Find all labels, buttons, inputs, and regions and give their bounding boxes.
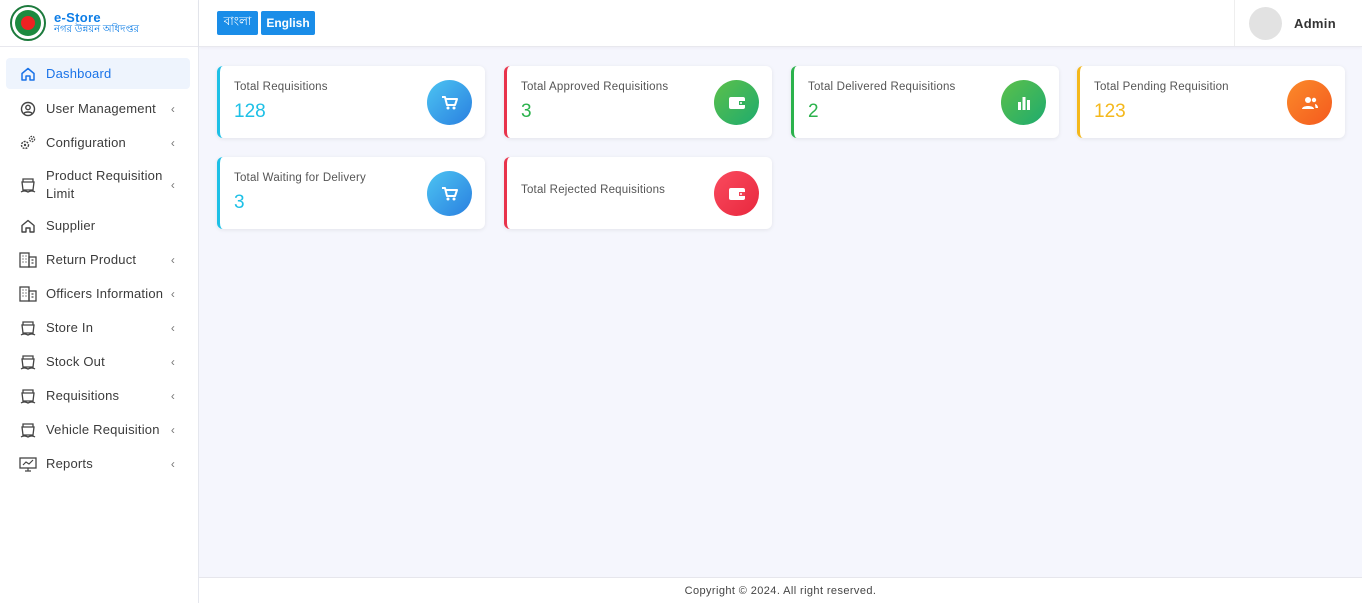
cart-icon	[427, 80, 472, 125]
top-header: বাংলা English Admin	[199, 0, 1362, 47]
card-label: Total Requisitions	[234, 81, 328, 93]
card-value: 128	[234, 101, 266, 122]
sidebar-item-stock-out[interactable]: Stock Out ‹	[6, 345, 190, 379]
card-value: 3	[521, 101, 532, 122]
sidebar-item-supplier[interactable]: Supplier	[6, 209, 190, 243]
sidebar-item-label: Requisitions	[46, 388, 120, 403]
sidebar-item-label: Configuration	[46, 135, 126, 150]
chevron-left-icon: ‹	[170, 355, 176, 369]
user-name: Admin	[1294, 15, 1336, 31]
building-icon	[18, 284, 38, 304]
bag-icon	[18, 352, 38, 372]
sidebar-item-reports[interactable]: Reports ‹	[6, 447, 190, 481]
government-logo	[10, 5, 46, 41]
chevron-left-icon: ‹	[170, 102, 176, 116]
bag-icon	[18, 386, 38, 406]
footer: Copyright © 2024. All right reserved.	[199, 577, 1362, 603]
sidebar-item-configuration[interactable]: Configuration ‹	[6, 126, 190, 160]
card-value: 123	[1094, 101, 1126, 122]
chevron-left-icon: ‹	[170, 321, 176, 335]
chevron-left-icon: ‹	[170, 177, 176, 192]
wallet-icon	[714, 171, 759, 216]
bar-chart-icon	[1001, 80, 1046, 125]
card-total-delivered-requisitions[interactable]: Total Delivered Requisitions 2	[791, 66, 1059, 138]
brand-title: e-Store	[54, 10, 101, 25]
card-total-requisitions[interactable]: Total Requisitions 128	[217, 66, 485, 138]
chevron-left-icon: ‹	[170, 457, 176, 471]
language-bangla-button[interactable]: বাংলা	[217, 11, 258, 35]
sidebar-item-dashboard[interactable]: Dashboard	[6, 58, 190, 89]
chevron-left-icon: ‹	[170, 136, 176, 150]
card-label: Total Approved Requisitions	[521, 81, 669, 93]
building-icon	[18, 250, 38, 270]
sidebar-item-label: User Management	[46, 101, 156, 116]
sidebar-item-label: Supplier	[46, 218, 96, 233]
bag-icon	[18, 318, 38, 338]
sidebar-item-vehicle-requisition[interactable]: Vehicle Requisition ‹	[6, 413, 190, 447]
sidebar-item-officers-information[interactable]: Officers Information ‹	[6, 277, 190, 311]
card-label: Total Waiting for Delivery	[234, 172, 366, 184]
card-value: 3	[234, 192, 245, 213]
card-value: 2	[808, 101, 819, 122]
user-menu[interactable]: Admin	[1234, 0, 1362, 46]
home-icon	[18, 216, 38, 236]
sidebar-item-label: Stock Out	[46, 354, 105, 369]
wallet-icon	[714, 80, 759, 125]
monitor-icon	[18, 454, 38, 474]
sidebar-item-user-management[interactable]: User Management ‹	[6, 92, 190, 126]
language-english-button[interactable]: English	[261, 11, 315, 35]
sidebar-item-label: Product Requisition Limit	[46, 167, 163, 201]
copyright-text: Copyright © 2024. All right reserved.	[684, 584, 877, 597]
brand-subtitle: নগর উন্নয়ন অধিদপ্তর	[54, 24, 140, 35]
sidebar-item-label: Return Product	[46, 252, 137, 267]
card-total-pending-requisition[interactable]: Total Pending Requisition 123	[1077, 66, 1345, 138]
sidebar-item-return-product[interactable]: Return Product ‹	[6, 243, 190, 277]
sidebar-item-product-requisition-limit[interactable]: Product Requisition Limit ‹	[6, 160, 190, 209]
sidebar-item-label: Officers Information	[46, 286, 164, 301]
users-icon	[1287, 80, 1332, 125]
card-total-waiting-for-delivery[interactable]: Total Waiting for Delivery 3	[217, 157, 485, 229]
bag-icon	[18, 175, 38, 195]
chevron-left-icon: ‹	[170, 389, 176, 403]
sidebar-item-label: Reports	[46, 456, 93, 471]
bag-icon	[18, 420, 38, 440]
sidebar-menu: Dashboard User Management ‹ Configuratio…	[0, 47, 198, 481]
chevron-left-icon: ‹	[170, 287, 176, 301]
card-label: Total Pending Requisition	[1094, 81, 1229, 93]
chevron-left-icon: ‹	[170, 423, 176, 437]
user-circle-icon	[18, 99, 38, 119]
sidebar-item-store-in[interactable]: Store In ‹	[6, 311, 190, 345]
gears-icon	[18, 133, 38, 153]
sidebar: e-Store নগর উন্নয়ন অধিদপ্তর Dashboard U…	[0, 0, 199, 603]
brand[interactable]: e-Store নগর উন্নয়ন অধিদপ্তর	[0, 0, 198, 47]
card-total-rejected-requisitions[interactable]: Total Rejected Requisitions	[504, 157, 772, 229]
sidebar-item-label: Store In	[46, 320, 94, 335]
card-label: Total Delivered Requisitions	[808, 81, 956, 93]
avatar[interactable]	[1249, 6, 1282, 40]
sidebar-item-requisitions[interactable]: Requisitions ‹	[6, 379, 190, 413]
cart-icon	[427, 171, 472, 216]
card-total-approved-requisitions[interactable]: Total Approved Requisitions 3	[504, 66, 772, 138]
sidebar-item-label: Vehicle Requisition	[46, 422, 160, 437]
sidebar-item-label: Dashboard	[46, 65, 112, 81]
chevron-left-icon: ‹	[170, 253, 176, 267]
card-label: Total Rejected Requisitions	[521, 184, 666, 196]
home-icon	[18, 64, 38, 84]
